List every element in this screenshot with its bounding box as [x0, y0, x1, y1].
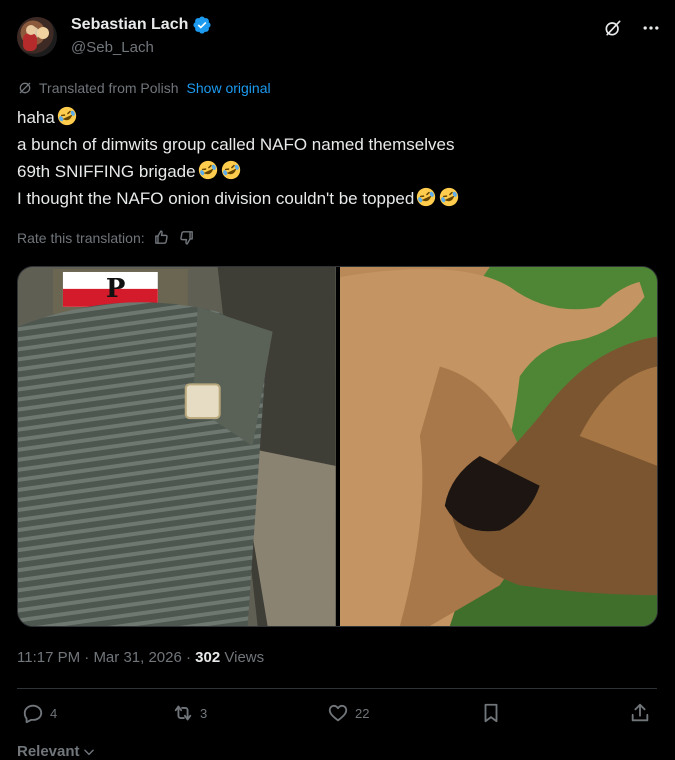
rolling-laughing-emoji-icon	[221, 160, 240, 180]
media-grid: P	[17, 266, 658, 627]
tweet-time[interactable]: 11:17 PM	[17, 649, 80, 666]
views-label: Views	[224, 649, 265, 666]
heart-icon	[328, 704, 348, 722]
tweet-line-text: 69th SNIFFING brigade	[17, 162, 196, 181]
tweet-text: haha a bunch of dimwits group called NAF…	[17, 104, 657, 212]
tweet-date[interactable]: Mar 31, 2026	[93, 649, 181, 666]
reply-icon	[23, 704, 43, 724]
share-icon	[631, 703, 649, 722]
rolling-laughing-emoji-icon	[440, 187, 459, 207]
header-actions	[602, 17, 662, 39]
like-count: 22	[355, 705, 370, 721]
repost-count: 3	[200, 705, 208, 721]
show-original-link[interactable]: Show original	[187, 80, 271, 96]
rolling-laughing-emoji-icon	[417, 187, 436, 207]
tweet-line: 69th SNIFFING brigade	[17, 158, 657, 185]
tweet-detail: Sebastian Lach @Seb_Lach Translated from…	[0, 0, 675, 760]
beanie-photo[interactable]: P	[18, 267, 336, 626]
rolling-laughing-emoji-icon	[198, 160, 217, 180]
tweet-line: haha	[17, 104, 657, 131]
translation-notice: Translated from Polish Show original	[17, 80, 271, 96]
dog-illustration	[339, 267, 657, 626]
avatar[interactable]	[17, 17, 57, 57]
rolling-laughing-emoji-icon	[57, 106, 76, 126]
thumbs-up-icon[interactable]	[153, 229, 170, 246]
author-info: Sebastian Lach @Seb_Lach	[71, 15, 212, 56]
sort-label: Relevant	[17, 743, 80, 760]
like-button[interactable]: 22	[327, 702, 369, 724]
reply-button[interactable]: 4	[22, 702, 57, 724]
beanie-illustration: P	[18, 267, 336, 626]
dog-sniffing-photo[interactable]	[339, 267, 657, 626]
author-name-text[interactable]: Sebastian Lach	[71, 16, 188, 34]
bookmark-button[interactable]	[480, 702, 502, 724]
svg-text:P: P	[106, 274, 126, 304]
meta-separator: ·	[186, 649, 196, 666]
share-button[interactable]	[629, 702, 651, 724]
views-count: 302	[195, 649, 221, 666]
translation-label: Translated from Polish	[39, 80, 179, 96]
thumbs-down-icon[interactable]	[178, 229, 195, 246]
author-display-name[interactable]: Sebastian Lach	[71, 15, 212, 35]
rate-translation-label: Rate this translation:	[17, 229, 145, 246]
grok-icon[interactable]	[602, 17, 624, 39]
reply-count: 4	[50, 705, 58, 721]
tweet-meta: 11:17 PM · Mar 31, 2026 · 302 Views	[17, 649, 264, 666]
tweet-line: I thought the NAFO onion division couldn…	[17, 185, 657, 212]
verified-badge-icon	[193, 16, 211, 34]
author-handle[interactable]: @Seb_Lach	[71, 39, 212, 56]
tweet-header: Sebastian Lach @Seb_Lach	[17, 12, 662, 62]
bookmark-icon	[484, 703, 498, 723]
tweet-line: a bunch of dimwits group called NAFO nam…	[17, 131, 657, 158]
reply-sort-dropdown[interactable]: Relevant	[17, 743, 96, 760]
tweet-line-text: I thought the NAFO onion division couldn…	[17, 189, 415, 208]
tweet-line-text: haha	[17, 108, 55, 127]
more-icon[interactable]	[640, 17, 662, 39]
repost-icon	[174, 705, 192, 721]
action-bar: 4 3 22	[17, 702, 657, 732]
chevron-down-icon	[83, 749, 94, 755]
repost-button[interactable]: 3	[172, 702, 207, 724]
translate-icon	[19, 82, 31, 94]
tweet-line-text: a bunch of dimwits group called NAFO nam…	[17, 135, 455, 154]
divider	[17, 688, 657, 689]
rate-translation: Rate this translation:	[17, 229, 195, 246]
